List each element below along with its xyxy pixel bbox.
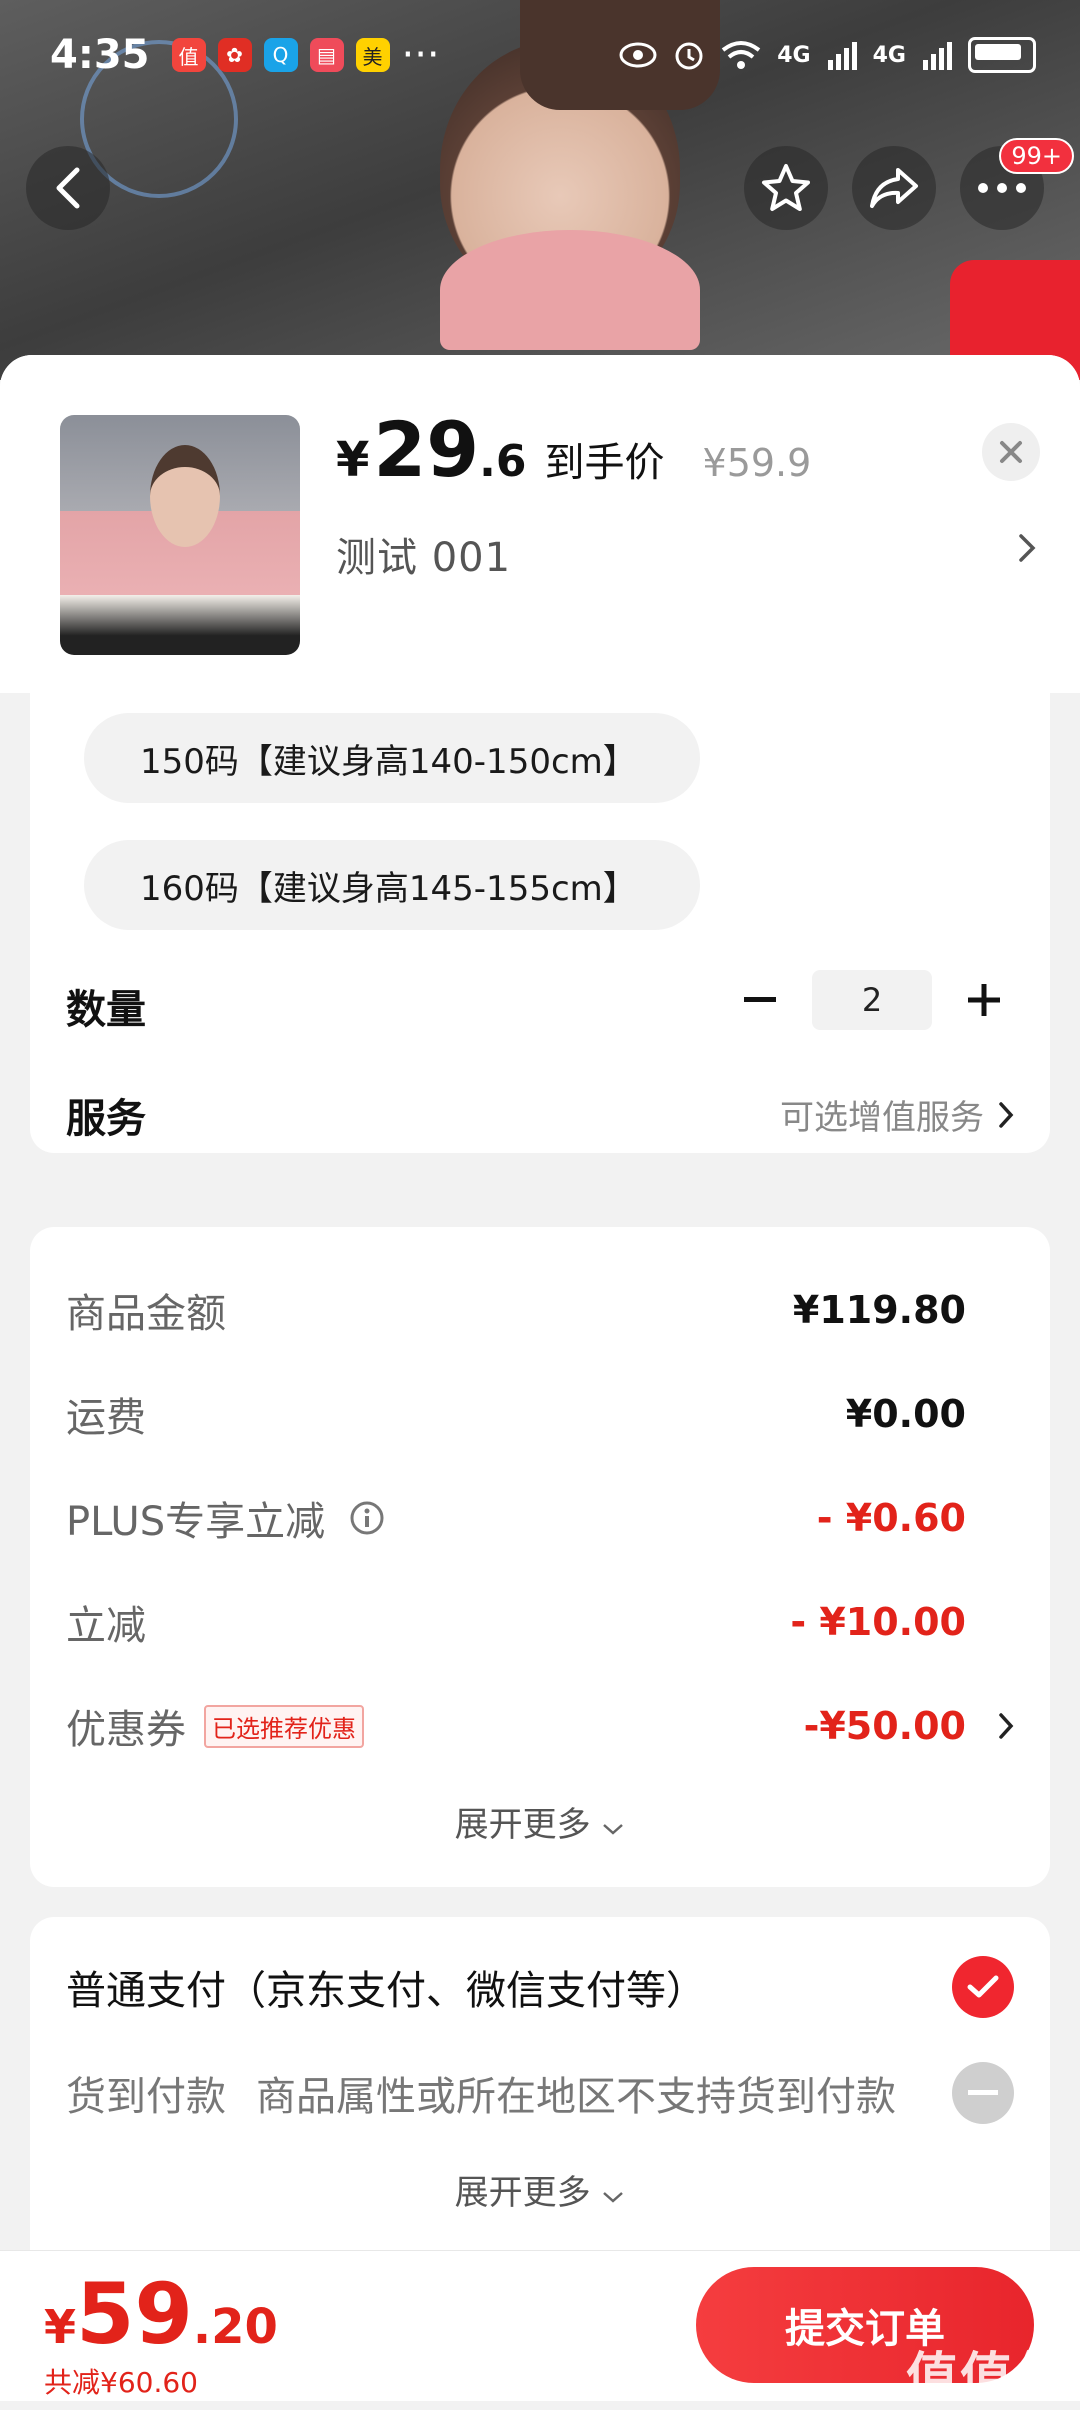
service-label: 服务 — [66, 1096, 146, 1142]
instant-discount-label: 立减 — [66, 1603, 146, 1649]
price-decimal: .6 — [479, 436, 527, 487]
quantity-stepper[interactable]: 2 — [730, 970, 1014, 1030]
eye-icon — [619, 42, 657, 68]
shipping-label: 运费 — [66, 1395, 146, 1441]
close-button[interactable] — [982, 423, 1040, 481]
plus-icon — [968, 984, 1000, 1016]
chevron-right-icon[interactable] — [1018, 533, 1036, 563]
site-watermark-url: zhizhizhi.com — [955, 2384, 1064, 2403]
message-count-badge: 99+ — [999, 138, 1074, 174]
breakdown-row-instant: 立减 - ¥10.00 — [66, 1587, 966, 1657]
decrease-button[interactable] — [730, 970, 790, 1030]
service-row[interactable]: 服务 可选增值服务 — [30, 1078, 1050, 1148]
total-integer: 59 — [76, 2265, 193, 2363]
signal-icon: 4G — [777, 42, 811, 68]
cod-unavailable-note: 商品属性或所在地区不支持货到付款 — [256, 2074, 896, 2120]
price-breakdown-card: 商品金额 ¥119.80 运费 ¥0.00 PLUS专享立减 - ¥0.60 立… — [30, 1227, 1050, 1887]
instant-discount-value: - ¥10.00 — [790, 1600, 966, 1644]
breakdown-row-coupon[interactable]: 优惠券 已选推荐优惠 -¥50.00 — [66, 1691, 966, 1761]
status-time: 4:35 — [50, 32, 150, 78]
quantity-row: 数量 2 — [30, 965, 1050, 1035]
more-notifications-icon: ··· — [401, 32, 440, 78]
plus-discount-value: - ¥0.60 — [816, 1496, 966, 1540]
product-summary: ¥ 29 .6 到手价 ¥59.9 测试 001 — [0, 355, 1080, 693]
total-currency: ¥ — [44, 2300, 77, 2354]
info-icon[interactable] — [349, 1500, 385, 1536]
thumbnail-model — [150, 445, 220, 547]
total-savings: 共减¥60.60 — [44, 2366, 198, 2399]
original-price: ¥59.9 — [702, 441, 812, 485]
chevron-down-icon — [603, 1824, 624, 1835]
close-icon — [1000, 441, 1022, 463]
star-icon — [762, 164, 810, 211]
coupon-recommend-tag: 已选推荐优惠 — [204, 1704, 364, 1748]
cod-disabled-radio — [952, 2062, 1014, 2124]
price-integer: 29 — [373, 405, 480, 494]
cod-label: 货到付款 — [66, 2074, 226, 2120]
book-app-icon: ▤ — [309, 38, 344, 72]
chevron-left-icon — [56, 167, 80, 209]
smzdm-app-icon: 值 — [171, 38, 206, 72]
share-button[interactable] — [852, 146, 936, 230]
share-icon — [870, 168, 918, 208]
battery-icon — [968, 37, 1036, 73]
size-option-160[interactable]: 160码【建议身高145-155cm】 — [84, 840, 700, 930]
expand-more-payment[interactable]: 展开更多 — [30, 2165, 1050, 2214]
goods-amount-value: ¥119.80 — [792, 1288, 966, 1332]
goods-amount-label: 商品金额 — [66, 1291, 226, 1337]
quantity-label: 数量 — [66, 987, 146, 1033]
favorite-button[interactable] — [744, 146, 828, 230]
signal-bars-icon-2 — [923, 42, 952, 70]
minus-icon — [744, 997, 776, 1002]
signal-bars-icon — [827, 42, 857, 70]
alarm-icon — [675, 42, 703, 70]
selected-variant[interactable]: 测试 001 — [336, 525, 511, 583]
service-value: 可选增值服务 — [780, 1098, 984, 1138]
shipping-value: ¥0.00 — [845, 1392, 966, 1436]
quantity-input[interactable]: 2 — [812, 970, 932, 1030]
chevron-down-icon — [603, 2192, 624, 2203]
breakdown-row-goods: 商品金额 ¥119.80 — [66, 1275, 966, 1345]
meituan-app-icon: 美 — [355, 38, 390, 72]
final-price: ¥ 29 .6 到手价 ¥59.9 — [336, 405, 811, 494]
coupon-label: 优惠券 已选推荐优惠 — [66, 1697, 364, 1755]
price-currency: ¥ — [336, 432, 370, 488]
product-thumbnail — [60, 415, 300, 655]
service-selector[interactable]: 可选增值服务 — [780, 1090, 1014, 1139]
breakdown-row-shipping: 运费 ¥0.00 — [66, 1379, 966, 1449]
search-app-icon: Q — [263, 38, 298, 72]
total-decimal: .20 — [192, 2299, 278, 2355]
options-card: 150码【建议身高140-150cm】 160码【建议身高145-155cm】 … — [30, 693, 1050, 1153]
expand-more-breakdown[interactable]: 展开更多 — [30, 1797, 1050, 1846]
payment-selected-radio[interactable] — [952, 1956, 1014, 2018]
signal-icon-2: 4G — [872, 42, 906, 68]
model-collar — [440, 230, 700, 350]
chevron-right-icon — [999, 1101, 1014, 1128]
total-price: ¥ 59 .20 — [44, 2265, 278, 2363]
increase-button[interactable] — [954, 970, 1014, 1030]
normal-payment-label: 普通支付（京东支付、微信支付等） — [66, 1968, 706, 2014]
payment-option-cod: 货到付款 商品属性或所在地区不支持货到付款 — [66, 2053, 1014, 2133]
price-label: 到手价 — [544, 440, 665, 486]
minus-circle-icon — [968, 2090, 998, 2095]
more-button[interactable]: 99+ — [960, 138, 1074, 230]
payment-option-normal[interactable]: 普通支付（京东支付、微信支付等） — [66, 1947, 1014, 2027]
plus-discount-label: PLUS专享立减 — [66, 1489, 385, 1547]
pinduoduo-app-icon: ✿ — [217, 38, 252, 72]
more-dots-icon — [978, 183, 1026, 193]
status-bar: 4:35 值 ✿ Q ▤ 美 ··· 4G 4G — [0, 0, 1080, 110]
wifi-icon — [722, 41, 761, 69]
chevron-right-icon[interactable] — [998, 1712, 1014, 1740]
order-confirm-sheet: ¥ 29 .6 到手价 ¥59.9 测试 001 150码【建议身高140-15… — [0, 355, 1080, 2400]
back-button[interactable] — [26, 146, 110, 230]
coupon-value: -¥50.00 — [803, 1704, 966, 1748]
size-option-150[interactable]: 150码【建议身高140-150cm】 — [84, 713, 700, 803]
check-icon — [967, 1975, 999, 1998]
breakdown-row-plus: PLUS专享立减 - ¥0.60 — [66, 1483, 966, 1553]
